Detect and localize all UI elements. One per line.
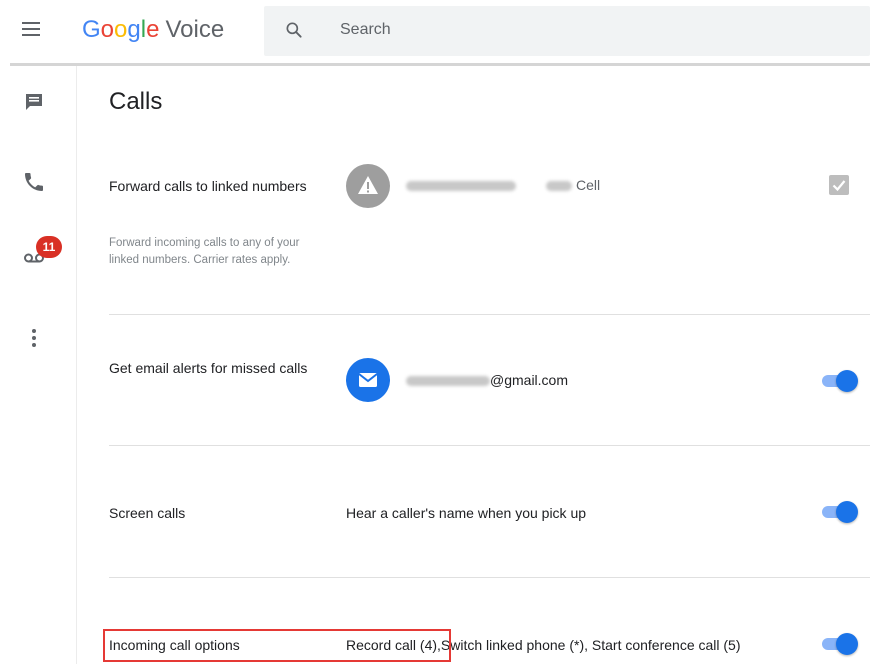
highlight-annotation-box — [103, 629, 451, 662]
screen-calls-toggle[interactable] — [822, 499, 858, 525]
redacted-phone-number — [406, 181, 516, 191]
linked-number-avatar — [346, 164, 390, 208]
screen-calls-value: Hear a caller's name when you pick up — [346, 505, 587, 521]
forward-calls-label: Forward calls to linked numbers — [109, 178, 307, 194]
email-avatar — [346, 358, 390, 402]
google-voice-logo[interactable]: Google Voice — [82, 16, 224, 44]
search-placeholder: Search — [340, 21, 391, 38]
nav-rail-divider — [76, 66, 77, 664]
email-alerts-label: Get email alerts for missed calls — [109, 360, 308, 376]
app-bar-divider — [10, 63, 870, 66]
incoming-call-options-toggle[interactable] — [822, 631, 858, 657]
email-alerts-toggle[interactable] — [822, 368, 858, 394]
redacted-phone-label — [546, 181, 572, 191]
redacted-email-user — [406, 376, 490, 386]
page-title: Calls — [109, 88, 163, 115]
row-divider — [109, 577, 870, 578]
warning-icon — [358, 176, 378, 194]
forward-calls-description: Forward incoming calls to any of your li… — [109, 237, 300, 266]
row-divider — [109, 445, 870, 446]
check-icon — [832, 180, 846, 192]
mail-icon — [358, 373, 378, 387]
top-app-bar: Google Voice Search — [0, 0, 870, 64]
more-vert-icon[interactable] — [22, 326, 46, 350]
screen-calls-label: Screen calls — [109, 505, 186, 521]
other-call-options: Switch linked phone (*), Start conferenc… — [440, 637, 741, 653]
hamburger-menu-icon[interactable] — [22, 22, 42, 38]
search-icon[interactable] — [284, 20, 304, 40]
calls-icon[interactable] — [22, 170, 46, 194]
forward-calls-checkbox[interactable] — [829, 175, 849, 195]
row-divider — [109, 314, 870, 315]
messages-icon[interactable] — [22, 90, 46, 114]
alert-email-domain: @gmail.com — [490, 372, 569, 388]
linked-number-type: Cell — [576, 177, 601, 193]
search-input[interactable]: Search — [264, 6, 870, 56]
voicemail-count-badge: 11 — [36, 236, 62, 258]
